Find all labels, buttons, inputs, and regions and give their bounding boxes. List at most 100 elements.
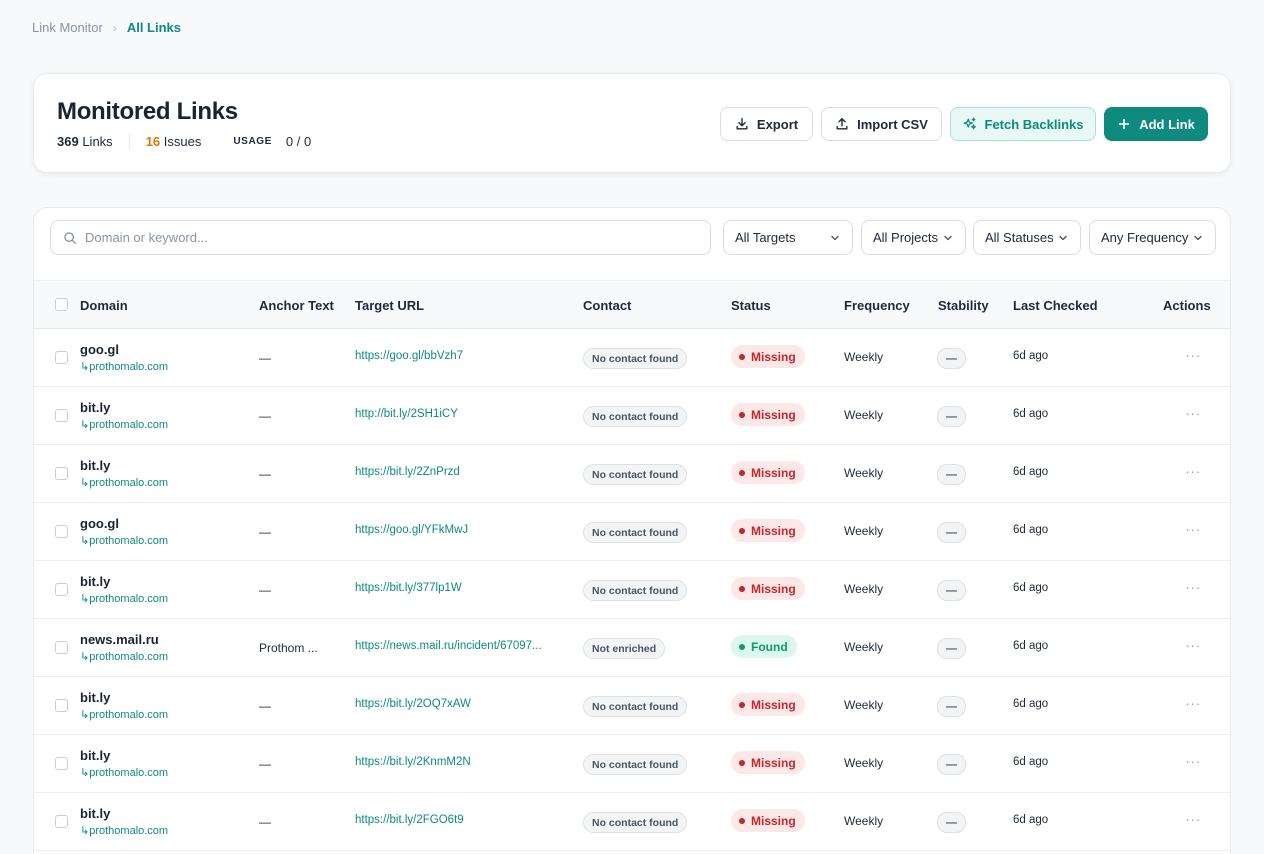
row-checkbox[interactable] bbox=[55, 757, 68, 770]
row-target-url-link[interactable]: https://goo.gl/YFkMwJ bbox=[355, 524, 468, 536]
row-status-badge: Missing bbox=[731, 809, 805, 832]
links-count: 369 bbox=[57, 134, 79, 149]
row-last-checked: 6d ago bbox=[1013, 350, 1049, 362]
column-header-frequency[interactable]: Frequency bbox=[844, 298, 910, 313]
row-target-url-link[interactable]: https://news.mail.ru/incident/67097... bbox=[355, 640, 542, 652]
row-more-actions-icon[interactable]: ··· bbox=[1184, 810, 1202, 828]
table-row[interactable]: bit.ly ↳prothomalo.com — http://bit.ly/2SH1… bbox=[34, 387, 1230, 445]
row-last-checked: 6d ago bbox=[1013, 756, 1049, 768]
chevron-down-icon bbox=[1059, 235, 1067, 240]
row-checkbox[interactable] bbox=[55, 583, 68, 596]
column-header-target-url[interactable]: Target URL bbox=[355, 298, 424, 313]
row-more-actions-icon[interactable]: ··· bbox=[1184, 578, 1202, 596]
row-checkbox[interactable] bbox=[55, 409, 68, 422]
row-frequency: Weekly bbox=[844, 814, 884, 828]
row-status-label: Missing bbox=[751, 465, 796, 480]
row-anchor-text: — bbox=[259, 467, 271, 481]
column-header-anchor-text[interactable]: Anchor Text bbox=[259, 298, 334, 313]
statuses-filter-dropdown[interactable]: All Statuses bbox=[973, 220, 1081, 255]
row-source-site-link[interactable]: ↳prothomalo.com bbox=[80, 592, 168, 605]
row-more-actions-icon[interactable]: ··· bbox=[1184, 462, 1202, 480]
table-row[interactable]: goo.gl ↳prothomalo.com — https://goo.gl/YFk… bbox=[34, 503, 1230, 561]
column-header-last-checked[interactable]: Last Checked bbox=[1013, 298, 1098, 313]
issues-stat: 16 Issues bbox=[130, 134, 202, 149]
row-checkbox[interactable] bbox=[55, 815, 68, 828]
chevron-down-icon bbox=[944, 235, 952, 240]
table-row[interactable]: bit.ly ↳prothomalo.com — https://bit.ly/2OQ… bbox=[34, 677, 1230, 735]
row-status-label: Missing bbox=[751, 407, 796, 422]
row-checkbox[interactable] bbox=[55, 351, 68, 364]
row-target-url-link[interactable]: https://bit.ly/2KnmM2N bbox=[355, 756, 471, 768]
column-header-actions: Actions bbox=[1163, 298, 1211, 313]
row-target-url-link[interactable]: https://bit.ly/2ZnPrzd bbox=[355, 466, 460, 478]
table-row[interactable]: bit.ly ↳prothomalo.com — https://bit.ly/2Zn… bbox=[34, 445, 1230, 503]
row-domain: bit.ly bbox=[80, 574, 111, 589]
row-target-url-link[interactable]: https://bit.ly/2OQ7xAW bbox=[355, 698, 471, 710]
projects-filter-dropdown[interactable]: All Projects bbox=[861, 220, 966, 255]
search-box[interactable] bbox=[50, 220, 711, 255]
status-dot-icon bbox=[739, 527, 745, 534]
row-more-actions-icon[interactable]: ··· bbox=[1184, 752, 1202, 770]
column-header-stability[interactable]: Stability bbox=[938, 298, 989, 313]
row-source-site-link[interactable]: ↳prothomalo.com bbox=[80, 360, 168, 373]
export-button[interactable]: Export bbox=[720, 107, 813, 141]
links-table-card: All Targets All Projects All Statuses An… bbox=[33, 207, 1231, 854]
row-target-url-link[interactable]: https://goo.gl/bbVzh7 bbox=[355, 350, 463, 362]
search-input[interactable] bbox=[85, 230, 685, 245]
row-status-label: Missing bbox=[751, 581, 796, 596]
row-domain: goo.gl bbox=[80, 516, 119, 531]
row-more-actions-icon[interactable]: ··· bbox=[1184, 636, 1202, 654]
links-stat: 369 Links bbox=[57, 134, 130, 149]
import-csv-button[interactable]: Import CSV bbox=[821, 107, 942, 141]
row-target-url-link[interactable]: https://bit.ly/377lp1W bbox=[355, 582, 462, 594]
row-status-badge: Missing bbox=[731, 751, 805, 774]
breadcrumb-link-monitor[interactable]: Link Monitor bbox=[32, 20, 103, 35]
row-target-url-link[interactable]: http://bit.ly/2SH1iCY bbox=[355, 408, 458, 420]
row-anchor-text: Prothom ... bbox=[259, 641, 318, 655]
table-row[interactable]: news.mail.ru ↳prothomalo.com Prothom ... ht… bbox=[34, 619, 1230, 677]
row-more-actions-icon[interactable]: ··· bbox=[1184, 520, 1202, 538]
download-icon bbox=[736, 118, 748, 130]
row-checkbox[interactable] bbox=[55, 525, 68, 538]
row-checkbox[interactable] bbox=[55, 641, 68, 654]
row-frequency: Weekly bbox=[844, 582, 884, 596]
status-dot-icon bbox=[739, 353, 745, 360]
column-header-contact[interactable]: Contact bbox=[583, 298, 631, 313]
frequency-filter-dropdown[interactable]: Any Frequency bbox=[1089, 220, 1216, 255]
row-anchor-text: — bbox=[259, 409, 271, 423]
row-checkbox[interactable] bbox=[55, 467, 68, 480]
row-domain: bit.ly bbox=[80, 806, 111, 821]
row-source-site-link[interactable]: ↳prothomalo.com bbox=[80, 766, 168, 779]
row-source-site-link[interactable]: ↳prothomalo.com bbox=[80, 824, 168, 837]
row-target-url-link[interactable]: https://bit.ly/2FGO6t9 bbox=[355, 814, 464, 826]
table-row[interactable]: goo.gl ↳prothomalo.com — https://goo.gl/bbV… bbox=[34, 329, 1230, 387]
row-frequency: Weekly bbox=[844, 408, 884, 422]
fetch-backlinks-button[interactable]: Fetch Backlinks bbox=[950, 107, 1096, 141]
column-header-status[interactable]: Status bbox=[731, 298, 771, 313]
add-link-button[interactable]: Add Link bbox=[1104, 107, 1208, 141]
row-status-label: Missing bbox=[751, 697, 796, 712]
column-header-domain[interactable]: Domain bbox=[80, 298, 128, 313]
row-more-actions-icon[interactable]: ··· bbox=[1184, 694, 1202, 712]
row-more-actions-icon[interactable]: ··· bbox=[1184, 346, 1202, 364]
plus-icon bbox=[1119, 118, 1130, 130]
table-row[interactable]: bit.ly ↳prothomalo.com — https://bit.ly/377… bbox=[34, 561, 1230, 619]
row-source-site-link[interactable]: ↳prothomalo.com bbox=[80, 534, 168, 547]
row-source-site-link[interactable]: ↳prothomalo.com bbox=[80, 476, 168, 489]
table-row[interactable]: bit.ly ↳prothomalo.com — https://bit.ly/2Kn… bbox=[34, 735, 1230, 793]
stats-bar: 369 Links 16 Issues USAGE 0 / 0 bbox=[57, 134, 311, 149]
row-contact-badge: No contact found bbox=[583, 580, 688, 601]
row-more-actions-icon[interactable]: ··· bbox=[1184, 404, 1202, 422]
row-source-site-link[interactable]: ↳prothomalo.com bbox=[80, 708, 168, 721]
row-checkbox[interactable] bbox=[55, 699, 68, 712]
statuses-filter-label: All Statuses bbox=[985, 230, 1054, 245]
table-row[interactable]: bit.ly ↳prothomalo.com — https://bit.ly/2FG… bbox=[34, 793, 1230, 851]
row-frequency: Weekly bbox=[844, 756, 884, 770]
row-source-site-link[interactable]: ↳prothomalo.com bbox=[80, 418, 168, 431]
row-contact-badge: No contact found bbox=[583, 754, 688, 775]
row-source-site-link[interactable]: ↳prothomalo.com bbox=[80, 650, 168, 663]
select-all-checkbox[interactable] bbox=[55, 298, 68, 311]
targets-filter-dropdown[interactable]: All Targets bbox=[723, 220, 853, 255]
row-last-checked: 6d ago bbox=[1013, 524, 1049, 536]
chevron-down-icon bbox=[1194, 235, 1202, 240]
